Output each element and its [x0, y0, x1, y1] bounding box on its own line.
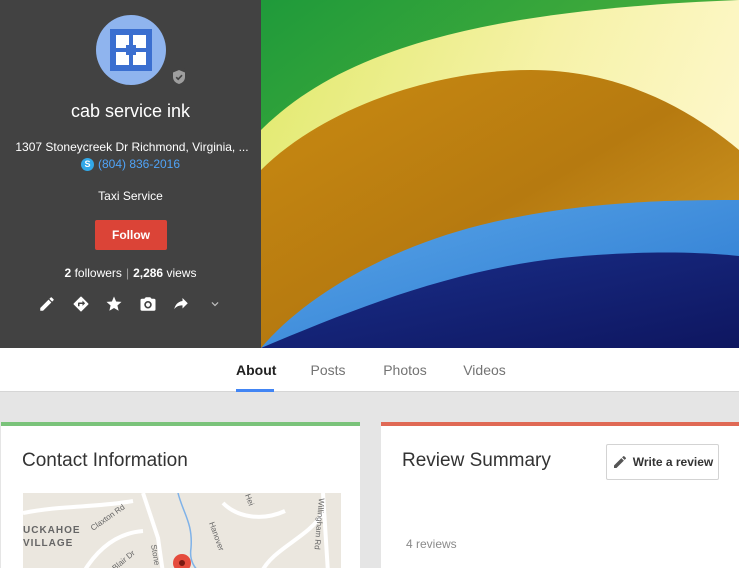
map-label-village: VILLAGE — [23, 538, 73, 549]
profile-actions — [34, 291, 228, 317]
business-address[interactable]: 1307 Stoneycreek Dr Richmond, Virginia, … — [12, 140, 252, 154]
phone-row[interactable]: S (804) 836-2016 — [0, 157, 261, 171]
cover-photo[interactable] — [261, 0, 739, 348]
write-review-label: Write a review — [632, 455, 714, 469]
followers-count: 2 — [64, 266, 72, 280]
map-preview[interactable]: UCKAHOE VILLAGE Claxton Rd Blair Dr Ston… — [23, 493, 341, 568]
profile-header: cab service ink 1307 Stoneycreek Dr Rich… — [0, 0, 739, 348]
stats-separator: | — [125, 266, 130, 280]
star-icon[interactable] — [101, 291, 127, 317]
review-title: Review Summary — [402, 450, 551, 471]
views-label: views — [166, 266, 197, 280]
views-count: 2,286 — [133, 266, 164, 280]
contact-card: Contact Information UCKAHOE VILLAGE Clax… — [1, 422, 360, 568]
profile-stats: 2 followers | 2,286 views — [0, 266, 261, 280]
avatar[interactable] — [96, 15, 166, 85]
tab-about[interactable]: About — [236, 348, 276, 392]
phone-number[interactable]: (804) 836-2016 — [98, 157, 180, 171]
chevron-down-icon[interactable] — [202, 291, 228, 317]
reviews-count[interactable]: 4 reviews — [406, 537, 457, 551]
skype-icon: S — [80, 157, 94, 171]
share-icon[interactable] — [168, 291, 194, 317]
tab-videos[interactable]: Videos — [461, 348, 508, 392]
review-card: Review Summary Write a review 4 reviews — [381, 422, 739, 568]
followers-label: followers — [74, 266, 122, 280]
contact-title: Contact Information — [22, 450, 188, 471]
pencil-icon[interactable] — [34, 291, 60, 317]
write-review-button[interactable]: Write a review — [606, 444, 719, 480]
business-name: cab service ink — [70, 101, 191, 121]
tab-photos[interactable]: Photos — [380, 348, 430, 392]
follow-button[interactable]: Follow — [95, 220, 167, 250]
camera-icon[interactable] — [135, 291, 161, 317]
profile-panel: cab service ink 1307 Stoneycreek Dr Rich… — [0, 0, 261, 348]
tab-posts[interactable]: Posts — [306, 348, 350, 392]
directions-icon[interactable] — [68, 291, 94, 317]
pencil-icon — [613, 455, 626, 468]
profile-tabs: About Posts Photos Videos — [0, 348, 739, 392]
business-category: Taxi Service — [98, 189, 163, 203]
verified-shield-icon — [169, 67, 189, 87]
map-label-uckahoe: UCKAHOE — [23, 525, 81, 536]
business-logo-icon — [110, 29, 152, 71]
